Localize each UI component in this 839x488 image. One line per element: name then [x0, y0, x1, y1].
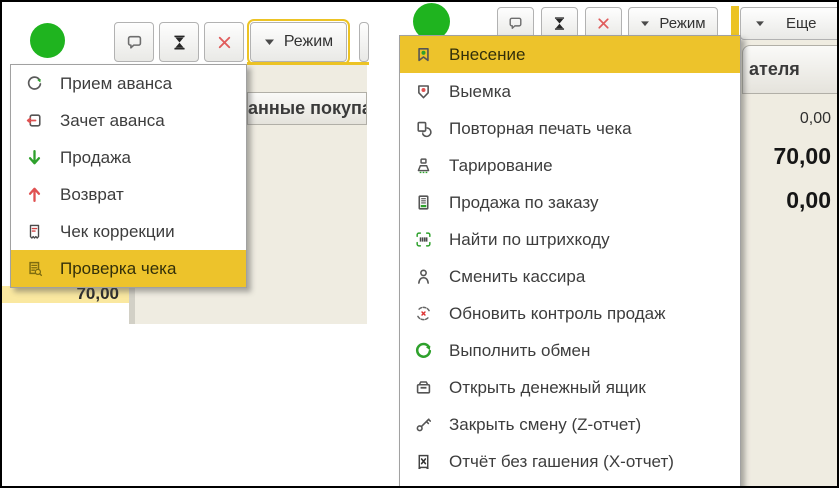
sale-arrow-down-icon [25, 148, 44, 167]
amount-value: 0,00 [800, 110, 831, 128]
exchange-refresh-icon [414, 341, 433, 360]
amount-value: 70,00 [773, 143, 831, 170]
menu-item-label: Продажа по заказу [449, 193, 599, 213]
close-icon [215, 33, 234, 52]
hourglass-icon [170, 33, 189, 52]
caret-down-icon [755, 20, 765, 27]
mode-button-label: Режим [284, 33, 333, 51]
message-button[interactable] [114, 22, 154, 62]
advance-offset-icon [25, 111, 44, 130]
customer-data-header-label: ателя [749, 59, 800, 80]
menu-item-run-exchange[interactable]: Выполнить обмен [400, 332, 740, 369]
menu-item-label: Продажа [60, 148, 131, 168]
menu-item-return[interactable]: Возврат [11, 176, 246, 213]
menu-item-reprint-receipt[interactable]: Повторная печать чека [400, 110, 740, 147]
message-bubble-icon [507, 15, 524, 32]
menu-item-close-shift-z-report[interactable]: Закрыть смену (Z-отчет) [400, 406, 740, 443]
more-button-label: Еще [786, 15, 817, 32]
menu-item-label: Отчёт без гашения (X-отчет) [449, 452, 674, 472]
sync-error-icon [414, 304, 433, 323]
hourglass-icon [551, 15, 568, 32]
advance-receive-icon [25, 74, 44, 93]
partial-button[interactable] [359, 22, 369, 62]
menu-item-label: Найти по штрихкоду [449, 230, 610, 250]
menu-item-correction-check[interactable]: Чек коррекции [11, 213, 246, 250]
menu-item-taring[interactable]: Тарирование [400, 147, 740, 184]
caret-down-icon [264, 38, 275, 46]
menu-item-label: Закрыть смену (Z-отчет) [449, 415, 641, 435]
menu-item-label: Выемка [449, 82, 511, 102]
receipt-panel [741, 40, 839, 488]
return-arrow-up-icon [25, 185, 44, 204]
menu-item-update-sales-control[interactable]: Обновить контроль продаж [400, 295, 740, 332]
total-amount-cell: 70,00 [2, 286, 129, 303]
key-icon [414, 415, 433, 434]
more-dropdown-menu: Внесение Выемка Повторная печать чека Та… [399, 35, 741, 488]
menu-item-advance-receive[interactable]: Прием аванса [11, 65, 246, 102]
menu-item-label: Зачет аванса [60, 111, 165, 131]
person-icon [414, 267, 433, 286]
menu-item-sale[interactable]: Продажа [11, 139, 246, 176]
menu-item-x-report[interactable]: Отчёт без гашения (X-отчет) [400, 443, 740, 480]
menu-item-advance-offset[interactable]: Зачет аванса [11, 102, 246, 139]
menu-item-label: Повторная печать чека [449, 119, 632, 139]
close-icon [595, 15, 612, 32]
mode-button-label: Режим [659, 15, 705, 32]
scale-icon [414, 156, 433, 175]
panel-divider [129, 285, 135, 324]
customer-data-header-label: анные покупат [248, 98, 367, 119]
menu-item-change-cashier[interactable]: Сменить кассира [400, 258, 740, 295]
customer-data-header: ателя [742, 45, 839, 94]
cash-withdrawal-icon [414, 82, 433, 101]
menu-item-open-cash-drawer[interactable]: Открыть денежный ящик [400, 369, 740, 406]
menu-item-label: Внесение [449, 45, 525, 65]
close-button[interactable] [204, 22, 244, 62]
menu-item-find-by-barcode[interactable]: Найти по штрихкоду [400, 221, 740, 258]
menu-item-deposit[interactable]: Внесение [400, 36, 740, 73]
cash-drawer-icon [414, 378, 433, 397]
reprint-copy-icon [414, 119, 433, 138]
barcode-scan-icon [414, 230, 433, 249]
menu-item-label: Открыть денежный ящик [449, 378, 646, 398]
menu-item-label: Чек коррекции [60, 222, 175, 242]
status-indicator [30, 23, 65, 58]
cash-deposit-icon [414, 45, 433, 64]
mode-menu-button[interactable]: Режим [250, 22, 347, 62]
receipt-magnifier-icon [25, 259, 44, 278]
menu-item-label: Выполнить обмен [449, 341, 590, 361]
menu-item-label: Тарирование [449, 156, 553, 176]
menu-item-label: Проверка чека [60, 259, 176, 279]
menu-item-withdrawal[interactable]: Выемка [400, 73, 740, 110]
hourglass-button[interactable] [159, 22, 199, 62]
correction-receipt-icon [25, 222, 44, 241]
mode-dropdown-menu: Прием аванса Зачет аванса Продажа Возвра… [10, 64, 247, 288]
menu-item-label: Прием аванса [60, 74, 172, 94]
menu-item-label: Возврат [60, 185, 124, 205]
screen: Режим анные покупат 70,00 Прием аванса З… [0, 0, 839, 488]
message-bubble-icon [125, 33, 144, 52]
more-menu-button[interactable]: Еще [740, 7, 839, 40]
caret-down-icon [640, 20, 650, 27]
menu-item-check-verification[interactable]: Проверка чека [11, 250, 246, 287]
x-report-icon [414, 452, 433, 471]
amount-value: 0,00 [786, 187, 831, 214]
menu-item-sale-by-order[interactable]: Продажа по заказу [400, 184, 740, 221]
menu-item-label: Обновить контроль продаж [449, 304, 665, 324]
document-order-icon [414, 193, 433, 212]
menu-item-label: Сменить кассира [449, 267, 585, 287]
customer-data-header: анные покупат [247, 92, 367, 125]
